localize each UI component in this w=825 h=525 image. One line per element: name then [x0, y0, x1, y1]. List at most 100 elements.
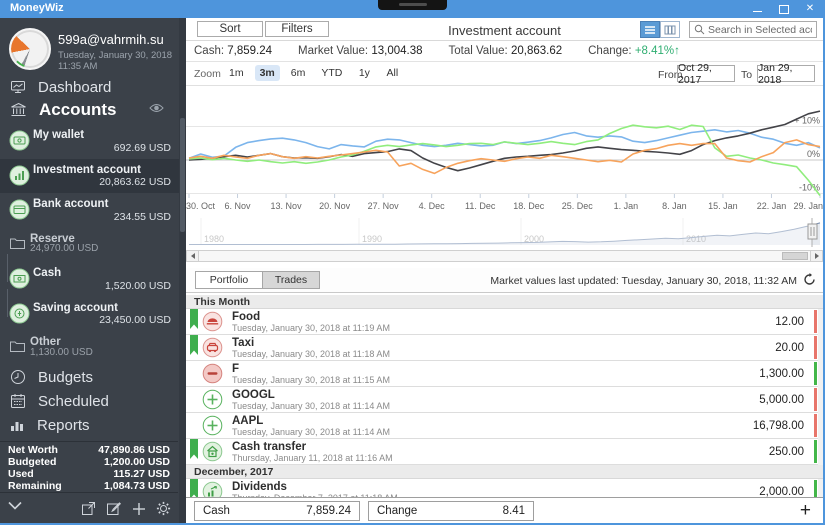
- svg-text:0%: 0%: [807, 149, 820, 159]
- search-input[interactable]: [708, 23, 812, 36]
- svg-text:18. Dec: 18. Dec: [513, 201, 545, 211]
- user-profile[interactable]: 599a@vahrmih.su Tuesday, January 30, 201…: [0, 26, 178, 74]
- transaction-date: Thursday, January 11, 2018 at 11:16 AM: [232, 453, 393, 463]
- cash-summary-box[interactable]: Cash 7,859.24: [194, 501, 360, 521]
- list-view-icon[interactable]: [640, 21, 660, 38]
- sidebar-item-scheduled[interactable]: Scheduled: [0, 390, 178, 412]
- sidebar-item-dashboard[interactable]: Dashboard: [0, 76, 178, 98]
- account-name: My wallet: [33, 129, 85, 141]
- account-balance: 234.55 USD: [113, 210, 171, 223]
- close-icon[interactable]: ✕: [805, 4, 815, 14]
- refresh-icon[interactable]: [803, 273, 816, 286]
- transaction-type-stripe: [814, 440, 817, 463]
- sidebar-item-label: Budgets: [38, 368, 94, 386]
- search-box: [689, 21, 817, 38]
- sidebar-scrollbar[interactable]: [179, 18, 186, 523]
- sidebar-item-reports[interactable]: Reports: [0, 414, 178, 436]
- wallet-icon: [9, 130, 30, 151]
- chart-navigator[interactable]: 1980199020002010: [186, 216, 823, 250]
- transaction-name: Taxi: [232, 337, 255, 349]
- transaction-row-googl[interactable]: GOOGL Tuesday, January 30, 2018 at 11:14 …: [186, 387, 818, 413]
- zoom-label: Zoom: [194, 68, 221, 80]
- change-box-value: 8.41: [502, 505, 525, 517]
- series-orange: [188, 139, 821, 175]
- account-balance: 1,520.00 USD: [105, 279, 171, 292]
- zoom-3m-button[interactable]: 3m: [254, 65, 280, 81]
- from-date-input[interactable]: Oct 29, 2017: [677, 62, 735, 86]
- range-selector-row: Zoom 1m 3m 6m YTD 1y All From Oct 29, 2017 To…: [186, 62, 823, 86]
- transaction-row-dividends[interactable]: DividendsThursday, December 7, 2017 at 1…: [186, 479, 818, 497]
- account-item-bank-account[interactable]: Bank account 234.55 USD: [0, 193, 179, 228]
- account-item-investment-account[interactable]: Investment account 20,863.62 USD: [0, 158, 179, 193]
- account-item-reserve[interactable]: Reserve 24,970.00 USD: [0, 228, 179, 263]
- sidebar-scrollbar-thumb[interactable]: [180, 118, 185, 232]
- svg-text:+ 10%: + 10%: [794, 116, 820, 126]
- transaction-row-taxi[interactable]: Taxi Tuesday, January 30, 2018 at 11:18 A…: [186, 335, 818, 361]
- zoom-ytd-button[interactable]: YTD: [316, 65, 347, 81]
- transaction-type-stripe: [814, 414, 817, 437]
- transaction-amount: 12.00: [775, 316, 804, 328]
- chevron-down-icon[interactable]: [8, 501, 22, 510]
- bottom-bar: Cash 7,859.24 Change 8.41 +: [186, 497, 823, 523]
- tab-portfolio[interactable]: Portfolio: [195, 271, 263, 289]
- transaction-name: Dividends: [232, 481, 287, 493]
- transaction-amount: 2,000.00: [759, 486, 804, 497]
- to-label: To: [741, 69, 753, 81]
- maximize-icon[interactable]: [779, 4, 789, 14]
- chart-scrollbar[interactable]: [186, 250, 823, 262]
- summary-row-remaining: Remaining 1,084.73 USD: [0, 480, 178, 492]
- scroll-right-icon[interactable]: [810, 251, 822, 261]
- transaction-amount: 16,798.00: [752, 420, 804, 432]
- avatar: [9, 28, 51, 70]
- zoom-all-button[interactable]: All: [381, 65, 403, 81]
- stat-market-value: Market Value: 13,004.38: [298, 45, 423, 57]
- transaction-date: Tuesday, January 30, 2018 at 11:15 AM: [232, 375, 390, 385]
- export-icon[interactable]: [80, 500, 97, 517]
- settings-icon[interactable]: [155, 500, 172, 517]
- performance-chart: + 10% 0% -10% 30. Oct 6. Nov 13. Nov 20. Nov 27…: [186, 85, 823, 212]
- zoom-1y-button[interactable]: 1y: [353, 65, 375, 81]
- account-stats-bar: Cash: 7,859.24 Market Value: 13,004.38 Tot…: [186, 41, 823, 62]
- transaction-row-f[interactable]: F Tuesday, January 30, 2018 at 11:15 AM 1,…: [186, 361, 818, 387]
- add-icon[interactable]: [130, 500, 147, 517]
- sidebar-item-accounts[interactable]: Accounts: [0, 99, 178, 121]
- transaction-amount: 5,000.00: [759, 394, 804, 406]
- zoom-1m-button[interactable]: 1m: [224, 65, 249, 81]
- cash-box-label: Cash: [203, 505, 230, 517]
- summary-label: Remaining: [8, 480, 62, 492]
- calendar-icon: [10, 393, 26, 409]
- investment-icon: [9, 165, 30, 186]
- transaction-row-food[interactable]: Food Tuesday, January 30, 2018 at 11:19 A…: [186, 309, 818, 335]
- chart-scrollbar-thumb[interactable]: [782, 252, 808, 260]
- to-date-input[interactable]: Jan 29, 2018: [757, 62, 815, 86]
- transaction-section-header: This Month: [186, 295, 823, 309]
- transaction-row-aapl[interactable]: AAPL Tuesday, January 30, 2018 at 11:14 A…: [186, 413, 818, 439]
- transfer-icon: [202, 441, 223, 462]
- stat-change: Change: +8.41%↑: [588, 45, 680, 57]
- bank-icon: [10, 102, 27, 118]
- sidebar-item-budgets[interactable]: Budgets: [0, 366, 178, 388]
- transaction-date: Tuesday, January 30, 2018 at 11:19 AM: [232, 323, 390, 333]
- scroll-left-icon[interactable]: [187, 251, 199, 261]
- compose-icon[interactable]: [105, 500, 122, 517]
- minimize-icon[interactable]: [753, 4, 763, 14]
- account-item-other[interactable]: Other 1,130.00 USD: [0, 331, 179, 366]
- summary-value: 1,200.00 USD: [104, 456, 170, 468]
- notch-handle: [398, 3, 427, 6]
- zoom-6m-button[interactable]: 6m: [286, 65, 311, 81]
- title-bar: MoneyWiz ✕: [0, 0, 823, 18]
- account-item-cash[interactable]: Cash 1,520.00 USD: [0, 254, 179, 297]
- column-view-icon[interactable]: [660, 21, 680, 38]
- transaction-name: Food: [232, 311, 261, 323]
- card-icon: [9, 199, 30, 220]
- svg-text:8. Jan: 8. Jan: [662, 201, 687, 211]
- eye-icon[interactable]: [149, 103, 164, 113]
- transaction-row-cash-transfer[interactable]: Cash transfer Thursday, January 11, 2018 …: [186, 439, 818, 465]
- tab-trades[interactable]: Trades: [262, 271, 320, 289]
- account-item-my-wallet[interactable]: My wallet 692.69 USD: [0, 124, 179, 159]
- account-balance: 1,130.00 USD: [30, 346, 93, 358]
- bookmark-flag-icon: [190, 309, 198, 329]
- account-item-saving-account[interactable]: Saving account 23,450.00 USD: [0, 288, 179, 332]
- change-summary-box[interactable]: Change 8.41: [368, 501, 534, 521]
- add-transaction-button[interactable]: +: [800, 499, 811, 523]
